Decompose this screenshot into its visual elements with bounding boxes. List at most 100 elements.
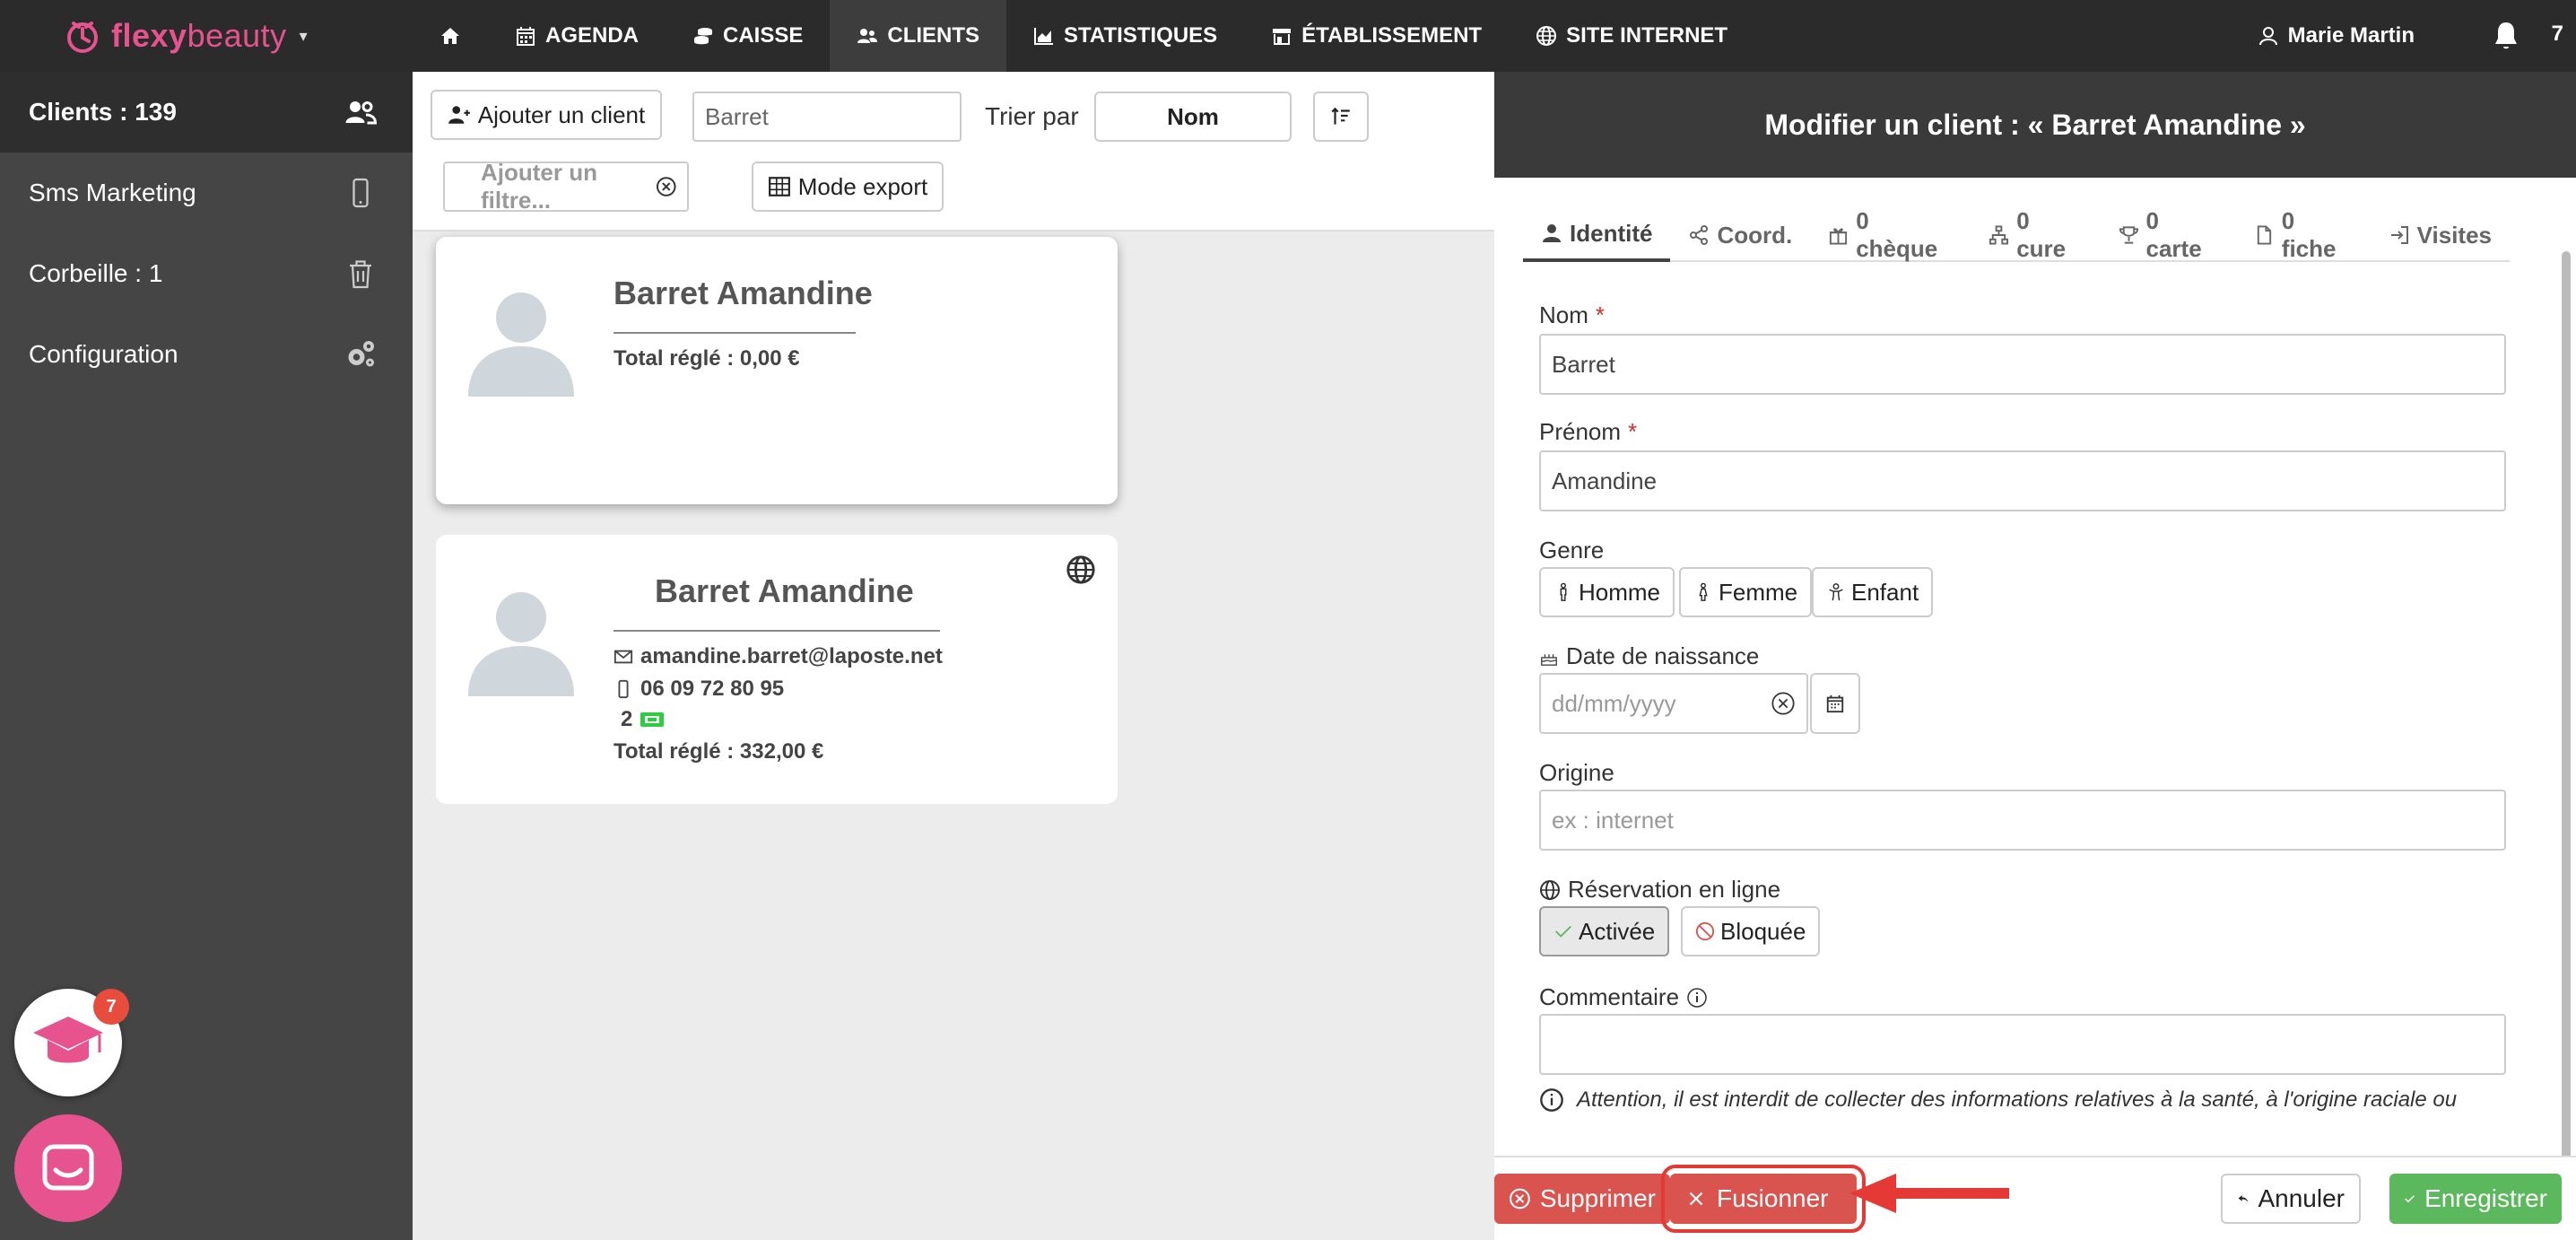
client-card[interactable]: Barret Amandine amandine.barret@laposte.… (436, 535, 1118, 804)
filter-input[interactable]: Ajouter un filtre... (443, 159, 689, 214)
client-tabs: Identité Coord. 0 chèque 0 cure 0 carte … (1523, 207, 2510, 262)
client-tickets: 2 (621, 707, 665, 732)
panel-footer: Supprimer Fusionner Annuler Enregistrer (1494, 1156, 2576, 1240)
panel-title: Modifier un client : « Barret Amandine » (1494, 72, 2576, 178)
genre-femme-button[interactable]: Femme (1679, 567, 1813, 617)
client-name: Barret Amandine (655, 572, 914, 609)
nav-statistiques[interactable]: STATISTIQUES (1006, 0, 1244, 72)
date-picker-button[interactable] (1810, 673, 1860, 734)
client-total: Total réglé : 0,00 € (614, 346, 800, 371)
nav-agenda-label: AGENDA (545, 23, 640, 48)
share-icon (1690, 225, 1709, 245)
user-icon (2258, 27, 2277, 46)
tab-fiche[interactable]: 0 fiche (2236, 207, 2371, 262)
clients-toolbar: Ajouter un client Barret Trier par Nom A… (413, 72, 1494, 231)
tab-carte[interactable]: 0 carte (2101, 207, 2236, 262)
clear-circle-icon[interactable] (656, 175, 677, 198)
users-icon (345, 101, 377, 125)
sidebar-item-label: Configuration (29, 340, 178, 368)
dob-input[interactable]: dd/mm/yyyy (1539, 673, 1808, 734)
user-menu[interactable]: Marie Martin (2258, 0, 2415, 72)
resa-off-label: Bloquée (1720, 917, 1806, 945)
nav-agenda[interactable]: AGENDA (488, 0, 666, 72)
sitemap-icon (1989, 225, 2009, 245)
client-card[interactable]: Barret Amandine Total réglé : 0,00 € (436, 237, 1118, 504)
client-total: Total réglé : 332,00 € (614, 739, 824, 764)
ticket-icon (640, 712, 665, 727)
brand-name: flexybeauty (111, 17, 287, 55)
table-icon (768, 177, 790, 196)
export-mode-button[interactable]: Mode export (752, 162, 944, 212)
resa-label: Réservation en ligne (1539, 876, 1780, 904)
info-icon[interactable] (1686, 987, 1708, 1009)
comment-label: Commentaire (1539, 983, 1708, 1011)
delete-button[interactable]: Supprimer (1494, 1174, 1670, 1224)
sidebar-item-clients[interactable]: Clients : 139 (0, 72, 413, 153)
nom-field[interactable]: Barret (1539, 334, 2506, 395)
nav-etablissement-label: ÉTABLISSEMENT (1301, 23, 1483, 48)
mobile-icon (352, 178, 369, 208)
genre-enfant-button[interactable]: Enfant (1812, 567, 1934, 617)
tab-cheque[interactable]: 0 chèque (1810, 207, 1971, 262)
merge-label: Fusionner (1717, 1184, 1829, 1212)
nav-site-internet[interactable]: SITE INTERNET (1509, 0, 1754, 72)
bell-icon[interactable] (2490, 20, 2522, 52)
genre-homme-button[interactable]: Homme (1539, 567, 1675, 617)
academy-badge: 7 (93, 989, 129, 1025)
sort-direction-button[interactable] (1313, 92, 1369, 142)
nav-clients[interactable]: CLIENTS (830, 0, 1007, 72)
panel-scrollbar[interactable] (2562, 251, 2571, 1220)
client-email: amandine.barret@laposte.net (614, 644, 943, 669)
chart-area-icon (1034, 28, 1054, 45)
user-name: Marie Martin (2287, 23, 2415, 48)
client-phone-value: 06 09 72 80 95 (640, 677, 785, 701)
user-plus-icon (448, 106, 470, 124)
resa-activee-button[interactable]: Activée (1539, 906, 1670, 956)
clear-circle-icon[interactable] (1771, 691, 1796, 716)
prenom-label-text: Prénom (1539, 418, 1622, 445)
cancel-label: Annuler (2258, 1184, 2345, 1212)
tab-cure[interactable]: 0 cure (1971, 207, 2100, 262)
sidebar-item-corbeille[interactable]: Corbeille : 1 (0, 233, 413, 314)
chevron-down-icon: ▾ (299, 26, 308, 45)
nav-caisse[interactable]: CAISSE (666, 0, 830, 72)
nav-etablissement[interactable]: ÉTABLISSEMENT (1244, 0, 1509, 72)
resa-bloquee-button[interactable]: Bloquée (1681, 906, 1821, 956)
cancel-button[interactable]: Annuler (2221, 1174, 2361, 1224)
dob-label: Date de naissance (1539, 642, 1759, 670)
reply-icon (2238, 1195, 2249, 1203)
male-icon (1560, 582, 1567, 601)
origine-field[interactable]: ex : internet (1539, 790, 2506, 851)
resa-label-text: Réservation en ligne (1568, 876, 1781, 903)
sort-select[interactable]: Nom (1094, 92, 1292, 142)
notification-count: 7 (2551, 22, 2563, 46)
save-button[interactable]: Enregistrer (2389, 1174, 2562, 1224)
search-value: Barret (705, 102, 769, 130)
comment-textarea[interactable] (1539, 1014, 2506, 1075)
tab-identite[interactable]: Identité (1523, 208, 1671, 262)
required-marker: * (1628, 418, 1638, 445)
search-input[interactable]: Barret (692, 92, 962, 142)
sort-value: Nom (1167, 102, 1219, 130)
add-client-button[interactable]: Ajouter un client (431, 90, 662, 140)
brand-logo[interactable]: flexybeauty ▾ (63, 13, 308, 59)
nav-home[interactable] (413, 0, 488, 72)
genre-option-label: Homme (1579, 578, 1661, 606)
resa-on-label: Activée (1579, 917, 1656, 945)
envelope-icon (614, 650, 633, 664)
sort-label: Trier par (985, 102, 1079, 130)
calendar-icon (1826, 694, 1844, 713)
nom-label-text: Nom (1539, 301, 1588, 328)
merge-button[interactable]: Fusionner (1661, 1165, 1866, 1233)
sidebar-item-sms[interactable]: Sms Marketing (0, 153, 413, 233)
tab-label: Identité (1570, 219, 1653, 247)
tab-visites[interactable]: Visites (2371, 208, 2510, 262)
save-label: Enregistrer (2424, 1184, 2547, 1212)
sidebar-item-configuration[interactable]: Configuration (0, 314, 413, 395)
chat-button[interactable] (14, 1114, 122, 1222)
export-mode-label: Mode export (797, 172, 928, 200)
prenom-field[interactable]: Amandine (1539, 450, 2506, 511)
tab-coord[interactable]: Coord. (1670, 208, 1810, 262)
client-name: Barret Amandine (614, 275, 873, 311)
sort-icon (1331, 107, 1350, 125)
